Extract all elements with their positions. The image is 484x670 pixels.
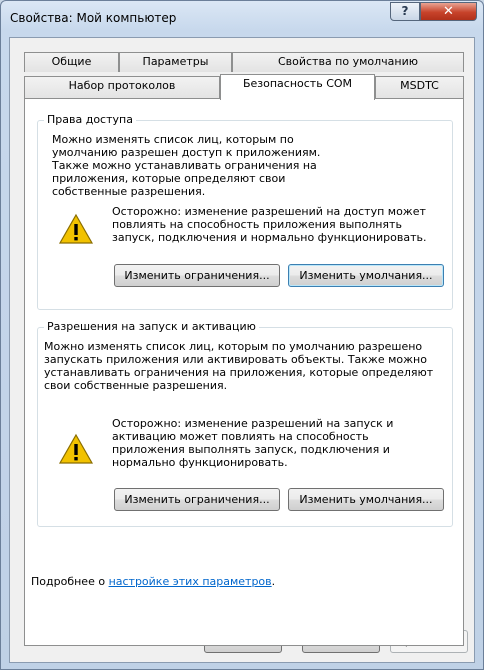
- help-icon: ?: [401, 4, 409, 18]
- tab-msdtc[interactable]: MSDTC: [375, 76, 464, 99]
- more-info-prefix: Подробнее о: [31, 575, 109, 588]
- access-description: Можно изменять список лиц, которым по ум…: [52, 133, 321, 198]
- com-security-panel: Права доступа Можно изменять список лиц,…: [24, 98, 464, 646]
- access-edit-defaults-label: Изменить умолчания...: [299, 269, 433, 282]
- launch-permissions-group: Разрешения на запуск и активацию Можно и…: [37, 320, 453, 527]
- warning-icon: [58, 213, 94, 244]
- more-info-link[interactable]: настройке этих параметров: [109, 575, 272, 588]
- tab-options[interactable]: Параметры: [119, 52, 232, 72]
- tab-options-label: Параметры: [142, 55, 209, 68]
- dialog-client-area: Общие Параметры Свойства по умолчанию На…: [9, 37, 475, 663]
- more-info-suffix: .: [271, 575, 276, 588]
- tab-protocols[interactable]: Набор протоколов: [24, 76, 220, 99]
- more-info-line: Подробнее о настройке этих параметров.: [31, 575, 451, 588]
- title-bar[interactable]: Свойства: Мой компьютер ? ✕: [1, 1, 483, 37]
- help-button[interactable]: ?: [390, 2, 420, 21]
- warning-icon: [58, 433, 94, 464]
- tab-general[interactable]: Общие: [24, 52, 119, 72]
- launch-edit-defaults-button[interactable]: Изменить умолчания...: [288, 488, 444, 511]
- close-button[interactable]: ✕: [420, 2, 477, 21]
- access-permissions-group: Права доступа Можно изменять список лиц,…: [37, 113, 453, 310]
- launch-edit-limits-label: Изменить ограничения...: [124, 493, 270, 506]
- tab-protocols-label: Набор протоколов: [68, 79, 176, 92]
- tab-general-label: Общие: [51, 55, 92, 68]
- launch-edit-defaults-label: Изменить умолчания...: [299, 493, 433, 506]
- launch-group-title: Разрешения на запуск и активацию: [44, 320, 259, 333]
- access-edit-defaults-button[interactable]: Изменить умолчания...: [288, 264, 444, 287]
- access-warning-text: Осторожно: изменение разрешений на досту…: [112, 205, 427, 244]
- tab-default-properties[interactable]: Свойства по умолчанию: [232, 52, 464, 72]
- access-group-title: Права доступа: [44, 113, 136, 126]
- tab-msdtc-label: MSDTC: [400, 79, 439, 92]
- properties-window: Свойства: Мой компьютер ? ✕ Общие Параме…: [0, 0, 484, 670]
- access-edit-limits-label: Изменить ограничения...: [124, 269, 270, 282]
- close-icon: ✕: [443, 4, 454, 19]
- tab-default-properties-label: Свойства по умолчанию: [277, 55, 419, 68]
- window-title: Свойства: Мой компьютер: [10, 11, 177, 25]
- tab-com-security[interactable]: Безопасность COM: [220, 74, 375, 100]
- access-edit-limits-button[interactable]: Изменить ограничения...: [114, 264, 280, 287]
- launch-warning-text: Осторожно: изменение разрешений на запус…: [112, 417, 394, 469]
- tab-com-security-label: Безопасность COM: [242, 77, 353, 90]
- launch-edit-limits-button[interactable]: Изменить ограничения...: [114, 488, 280, 511]
- launch-description: Можно изменять список лиц, которым по ум…: [44, 340, 434, 392]
